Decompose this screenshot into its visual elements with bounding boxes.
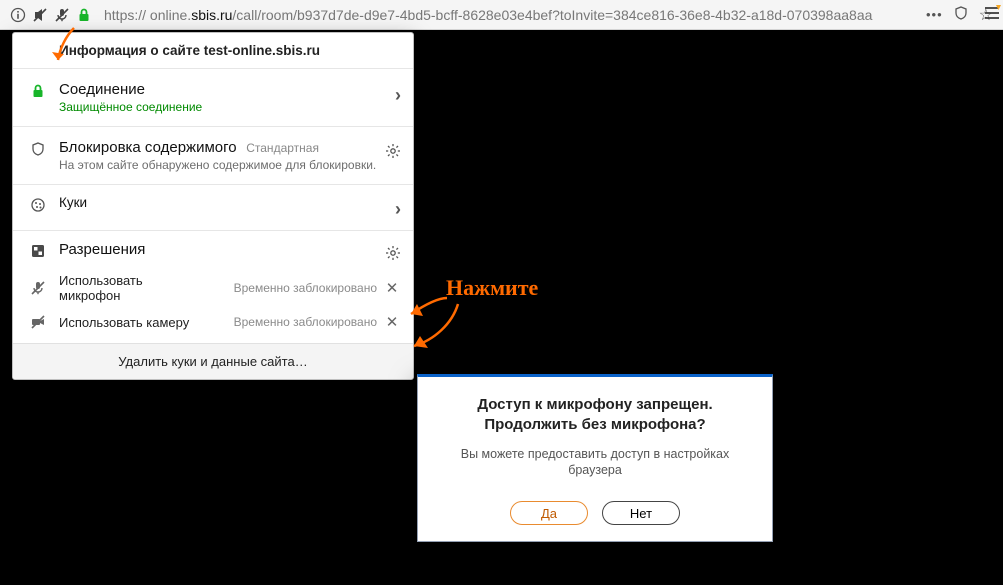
cookies-row[interactable]: Куки ›: [13, 185, 413, 231]
chevron-right-icon: ›: [395, 199, 401, 220]
dialog-title-line2: Продолжить без микрофона?: [440, 415, 750, 435]
content-blocking-row: Блокировка содержимого Стандартная На эт…: [13, 127, 413, 185]
permission-row-microphone: Использовать микрофон Временно заблокиро…: [13, 268, 413, 308]
connection-sub: Защищённое соединение: [59, 100, 395, 114]
cookies-title: Куки: [59, 195, 87, 210]
permission-name: Использовать камеру: [49, 315, 189, 330]
chevron-right-icon: ›: [395, 85, 401, 106]
lock-icon[interactable]: [76, 7, 92, 23]
microphone-denied-dialog: Доступ к микрофону запрещен. Продолжить …: [417, 374, 773, 542]
gear-icon[interactable]: [385, 143, 401, 162]
cookie-icon: [27, 197, 49, 213]
permissions-title: Разрешения: [59, 241, 145, 258]
address-bar-icons: [4, 7, 98, 23]
permission-status: Временно заблокировано: [189, 315, 383, 329]
blocking-sub: На этом сайте обнаружено содержимое для …: [59, 158, 385, 172]
camera-blocked-icon: [27, 314, 49, 330]
dialog-subtext: Вы можете предоставить доступ в настройк…: [440, 446, 750, 480]
dialog-title-line1: Доступ к микрофону запрещен.: [440, 395, 750, 415]
permission-row-camera: Использовать камеру Временно заблокирова…: [13, 308, 413, 343]
url-host: sbis.ru: [191, 7, 232, 23]
address-bar: https:// online.sbis.ru/call/room/b937d7…: [0, 0, 1003, 30]
menu-icon[interactable]: [983, 4, 1001, 22]
site-info-header: Информация о сайте test-online.sbis.ru: [49, 43, 401, 58]
autoplay-blocked-icon[interactable]: [32, 7, 48, 23]
permission-clear-button[interactable]: ✕: [383, 313, 401, 331]
dialog-no-button[interactable]: Нет: [602, 501, 680, 525]
annotation-label: Нажмите: [446, 275, 538, 301]
url-path: /call/room/b937d7de-d9e7-4bd5-bcff-8628e…: [232, 7, 872, 23]
permissions-icon: [27, 243, 49, 259]
shield-icon: [27, 141, 49, 157]
url-text[interactable]: https:// online.sbis.ru/call/room/b937d7…: [98, 7, 916, 23]
permission-name: Использовать микрофон: [49, 273, 199, 303]
permissions-header-row: Разрешения: [13, 231, 413, 268]
blocking-title: Блокировка содержимого: [59, 139, 237, 156]
connection-row[interactable]: Соединение Защищённое соединение ›: [13, 69, 413, 127]
permission-clear-button[interactable]: ✕: [383, 279, 401, 297]
site-info-panel: Информация о сайте test-online.sbis.ru С…: [12, 32, 414, 380]
info-icon[interactable]: [10, 7, 26, 23]
microphone-blocked-icon[interactable]: [54, 7, 70, 23]
gear-icon[interactable]: [385, 245, 401, 264]
lock-icon: [27, 83, 49, 99]
connection-title: Соединение: [59, 81, 395, 98]
blocking-badge: Стандартная: [246, 141, 319, 155]
url-prefix: online.: [146, 7, 191, 23]
clear-site-data-button[interactable]: Удалить куки и данные сайта…: [13, 343, 413, 379]
microphone-blocked-icon: [27, 280, 49, 296]
clear-site-data-label: Удалить куки и данные сайта…: [118, 354, 307, 369]
site-info-header-row: Информация о сайте test-online.sbis.ru: [13, 33, 413, 69]
url-scheme: https://: [104, 7, 146, 23]
dialog-yes-button[interactable]: Да: [510, 501, 588, 525]
ellipsis-icon[interactable]: •••: [926, 7, 943, 22]
permission-status: Временно заблокировано: [199, 281, 383, 295]
reader-shield-icon[interactable]: [953, 5, 969, 24]
